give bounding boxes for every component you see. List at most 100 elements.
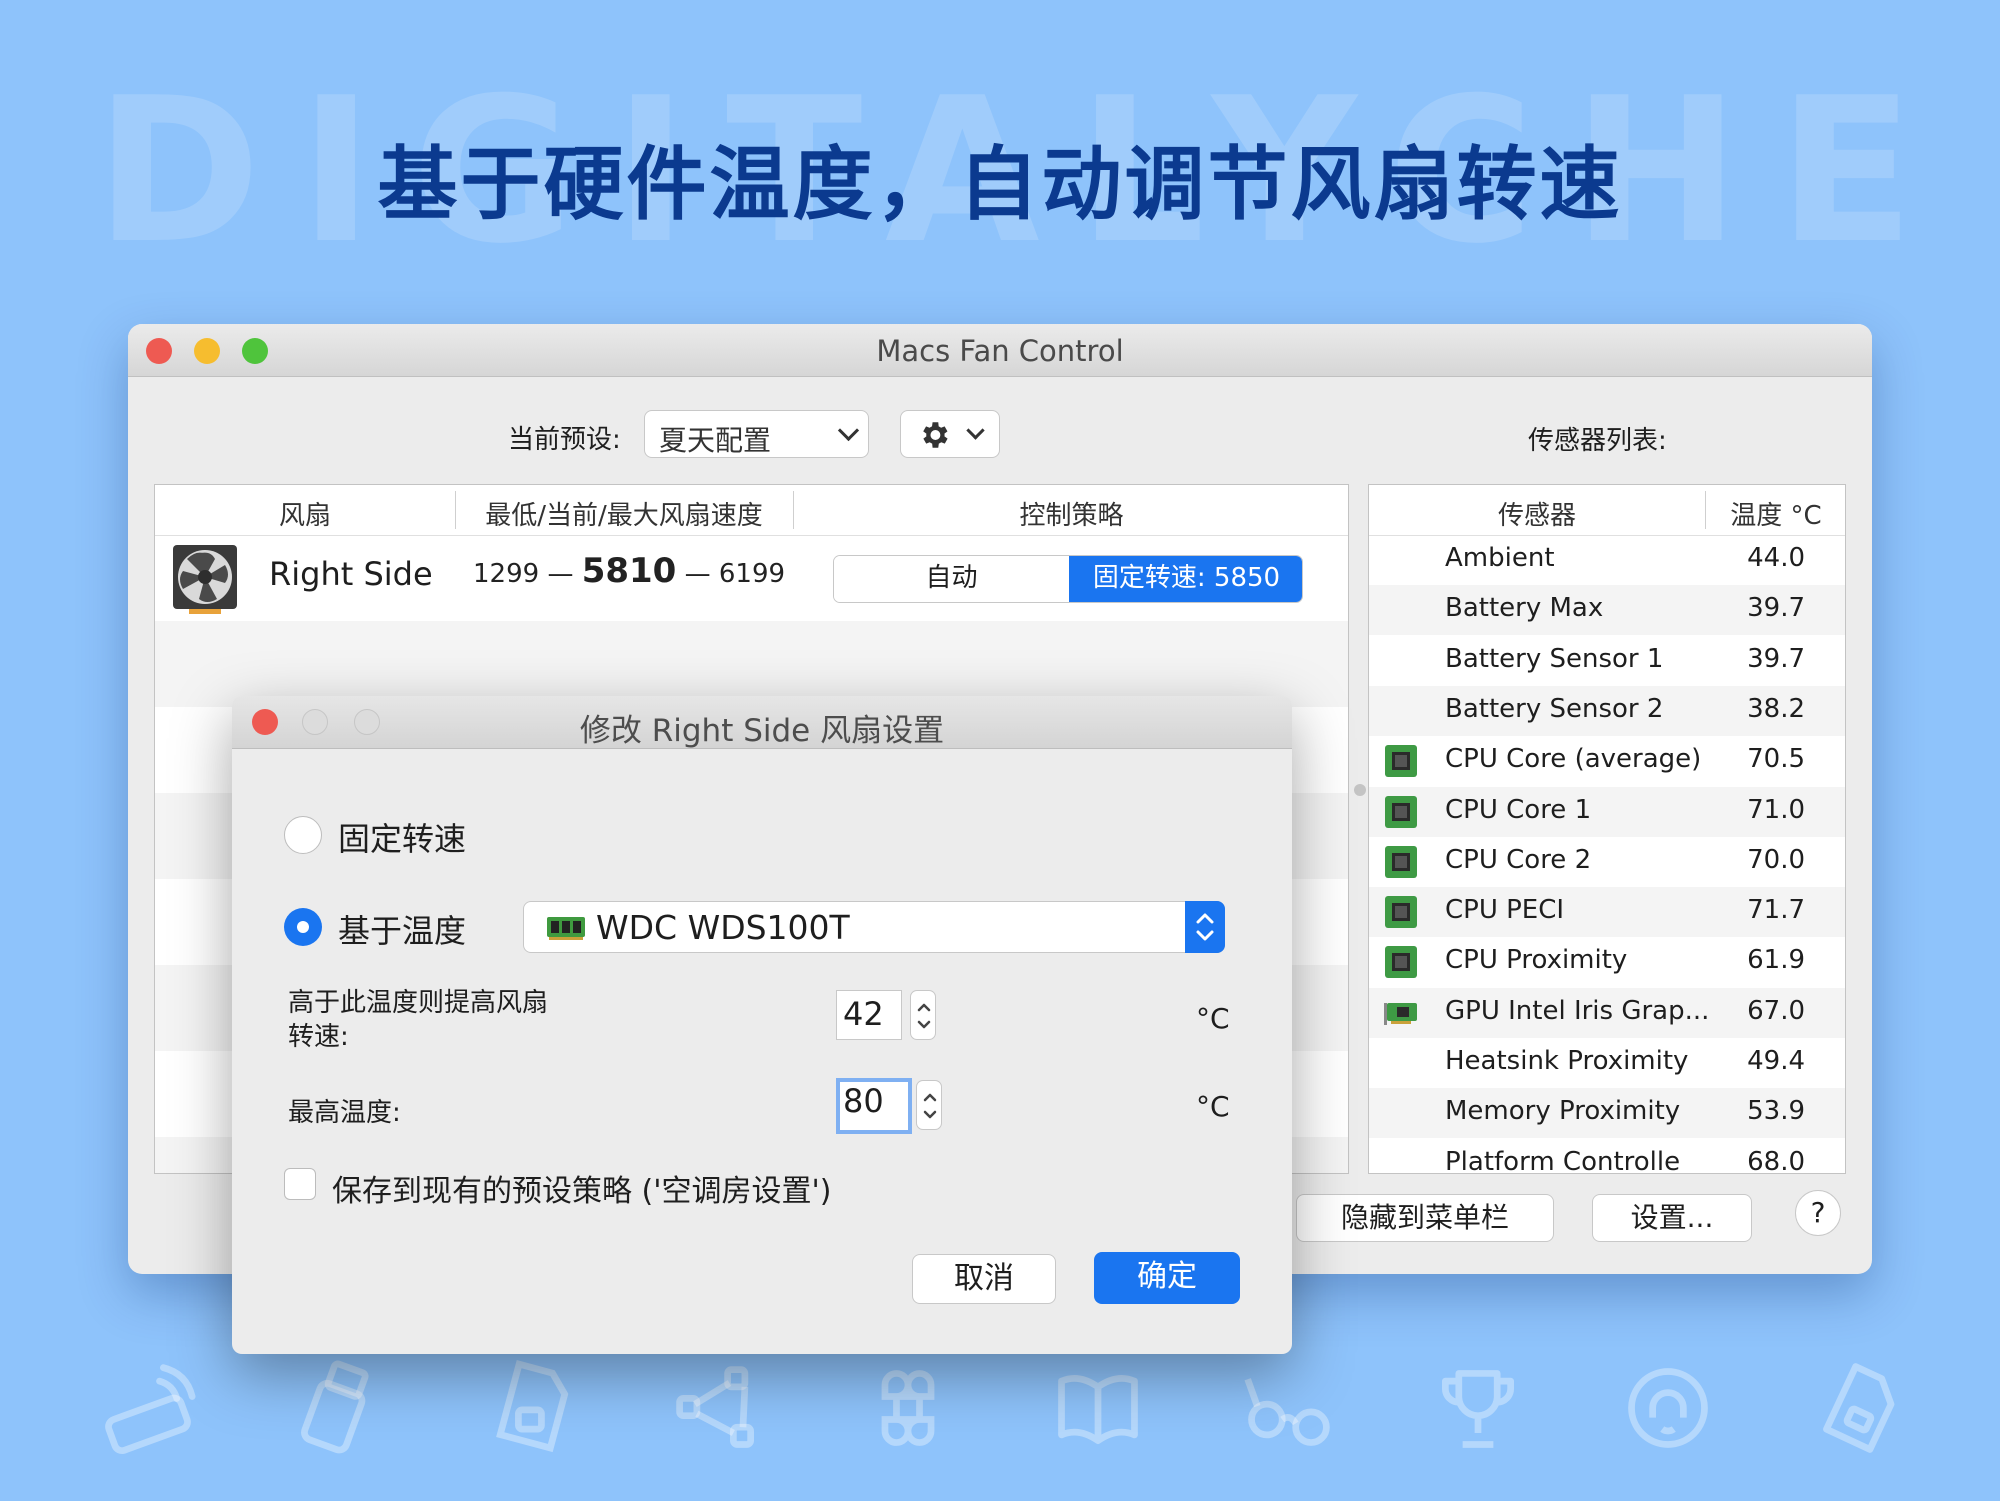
up-down-chevron-icon xyxy=(917,1003,931,1029)
fan-max-speed: 6199 xyxy=(718,559,786,589)
sensor-value: 71.0 xyxy=(1747,794,1805,825)
raise-threshold-unit: °C xyxy=(1196,1002,1230,1035)
temperature-based-label: 基于温度 xyxy=(338,912,467,950)
fixed-speed-button[interactable]: 固定转速: 5850 xyxy=(1069,556,1302,602)
sensor-value: 68.0 xyxy=(1747,1146,1805,1174)
fan-name: Right Side xyxy=(269,555,433,593)
save-to-preset-label: 保存到现有的预设策略 ('空调房设置') xyxy=(332,1174,832,1209)
gpu-card-icon xyxy=(1384,1002,1417,1025)
control-mode-segmented: 自动 固定转速: 5850 xyxy=(833,555,1303,603)
sensor-row[interactable]: Platform Controlle 68.0 xyxy=(1369,1139,1845,1174)
column-header-speed[interactable]: 最低/当前/最大风扇速度 xyxy=(455,495,793,532)
fan-current-speed: 5810 xyxy=(581,551,677,591)
preset-value: 夏天配置 xyxy=(659,424,772,457)
up-down-chevron-icon xyxy=(1196,913,1214,941)
sensor-table: 传感器 温度 °C Ambient 44.0 Battery Max 39.7 Batt… xyxy=(1368,484,1846,1174)
cpu-chip-icon xyxy=(1385,896,1417,929)
sensor-row[interactable]: CPU PECI 71.7 xyxy=(1369,887,1845,938)
headline: 基于硬件温度，自动调节风扇转速 xyxy=(377,138,1623,231)
cpu-chip-icon xyxy=(1385,845,1417,878)
column-header-temperature[interactable]: 温度 °C xyxy=(1705,495,1845,532)
sensor-name: CPU Proximity xyxy=(1445,945,1628,976)
window-titlebar[interactable]: Macs Fan Control xyxy=(128,324,1872,377)
sensor-list-label: 传感器列表: xyxy=(1528,426,1667,456)
sensor-value: 39.7 xyxy=(1747,643,1805,674)
max-temperature-stepper[interactable] xyxy=(916,1080,942,1130)
cpu-chip-icon xyxy=(1385,946,1417,979)
sensor-row[interactable]: Memory Proximity 53.9 xyxy=(1369,1088,1845,1139)
sensor-name: Memory Proximity xyxy=(1445,1096,1681,1127)
ok-button[interactable]: 确定 xyxy=(1094,1252,1240,1304)
panel-splitter-handle[interactable] xyxy=(1354,784,1366,796)
sensor-row[interactable]: Ambient 44.0 xyxy=(1369,535,1845,585)
sensor-name: Battery Sensor 2 xyxy=(1445,693,1664,724)
sensor-name: CPU Core 2 xyxy=(1445,844,1592,875)
cpu-chip-icon xyxy=(1385,795,1417,828)
auto-mode-button[interactable]: 自动 xyxy=(834,556,1069,602)
settings-button[interactable]: 设置... xyxy=(1592,1194,1752,1242)
sensor-value: 71.7 xyxy=(1747,895,1805,926)
sensor-value: 49.4 xyxy=(1747,1046,1805,1076)
sd-card-icon xyxy=(1823,1363,1895,1453)
window-title: Macs Fan Control xyxy=(876,334,1124,368)
sensor-value: 44.0 xyxy=(1747,543,1805,573)
glasses-icon xyxy=(1244,1378,1330,1446)
sensor-source-popup[interactable]: WDC WDS100T xyxy=(523,901,1225,953)
dash-separator: — xyxy=(684,559,711,589)
sensor-name: CPU PECI xyxy=(1445,895,1565,926)
sensor-row[interactable]: Battery Sensor 2 38.2 xyxy=(1369,685,1845,736)
raise-threshold-label: 高于此温度则提高风扇 转速: xyxy=(288,986,548,1054)
max-temperature-label: 最高温度: xyxy=(288,1098,401,1128)
cancel-button[interactable]: 取消 xyxy=(912,1254,1056,1304)
sensor-name: Platform Controlle xyxy=(1445,1146,1681,1174)
raise-threshold-stepper[interactable] xyxy=(910,990,936,1040)
max-temperature-unit: °C xyxy=(1196,1090,1230,1123)
router-icon xyxy=(105,1364,196,1454)
sensor-row[interactable]: Battery Sensor 1 39.7 xyxy=(1369,636,1845,686)
fixed-speed-radio[interactable] xyxy=(284,816,322,854)
help-button[interactable]: ? xyxy=(1795,1190,1841,1236)
save-to-preset-checkbox[interactable] xyxy=(284,1168,316,1200)
sensor-row[interactable]: CPU Core 2 70.0 xyxy=(1369,837,1845,887)
sensor-row[interactable]: Battery Max 39.7 xyxy=(1369,585,1845,636)
sensor-value: 38.2 xyxy=(1747,693,1805,724)
sensor-row[interactable]: CPU Proximity 61.9 xyxy=(1369,937,1845,987)
sensor-value: 53.9 xyxy=(1747,1096,1805,1127)
sensor-name: Battery Sensor 1 xyxy=(1445,643,1664,674)
dialog-title: 修改 Right Side 风扇设置 xyxy=(579,713,945,749)
sensor-name: Battery Max xyxy=(1445,593,1604,624)
fan-speed-readout: 1299 — 5810 — 6199 xyxy=(473,551,785,591)
trophy-icon xyxy=(1442,1370,1514,1448)
sensor-row[interactable]: CPU Core 1 71.0 xyxy=(1369,786,1845,837)
sensor-value: 61.9 xyxy=(1747,945,1805,976)
temperature-based-radio[interactable] xyxy=(284,908,322,946)
sensor-row[interactable]: Heatsink Proximity 49.4 xyxy=(1369,1038,1845,1088)
popup-stepper xyxy=(1185,901,1225,953)
fan-table-header: 风扇 最低/当前/最大风扇速度 控制策略 xyxy=(155,485,1348,536)
raise-threshold-label-line2: 转速: xyxy=(288,1022,349,1052)
sensor-value: 70.5 xyxy=(1747,744,1805,775)
hide-to-menubar-button[interactable]: 隐藏到菜单栏 xyxy=(1296,1194,1554,1242)
column-header-fan[interactable]: 风扇 xyxy=(155,495,455,532)
fixed-speed-label: 固定转速 xyxy=(338,820,467,858)
sensor-row[interactable]: CPU Core (average) 70.5 xyxy=(1369,736,1845,786)
command-key-icon xyxy=(881,1370,935,1446)
table-row-empty xyxy=(155,621,1348,707)
up-down-chevron-icon xyxy=(923,1093,937,1119)
sensor-value: 67.0 xyxy=(1747,995,1805,1026)
column-header-control[interactable]: 控制策略 xyxy=(793,495,1348,532)
cpu-chip-icon xyxy=(1385,745,1417,778)
chevron-down-icon xyxy=(837,419,860,442)
sensor-name: Heatsink Proximity xyxy=(1445,1046,1689,1076)
fan-icon xyxy=(173,545,237,614)
column-header-sensor[interactable]: 传感器 xyxy=(1369,495,1705,532)
gear-menu-button[interactable] xyxy=(900,410,1000,458)
preset-dropdown[interactable]: 夏天配置 xyxy=(644,410,869,458)
max-temperature-input[interactable]: 80 xyxy=(836,1078,912,1134)
raise-threshold-input[interactable]: 42 xyxy=(836,990,902,1040)
sensor-row[interactable]: GPU Intel Iris Grap... 67.0 xyxy=(1369,987,1845,1038)
dialog-titlebar[interactable]: 修改 Right Side 风扇设置 xyxy=(232,696,1292,749)
sensor-value: 39.7 xyxy=(1747,593,1805,624)
locked-file-icon xyxy=(496,1360,569,1453)
sensor-value: 70.0 xyxy=(1747,844,1805,875)
